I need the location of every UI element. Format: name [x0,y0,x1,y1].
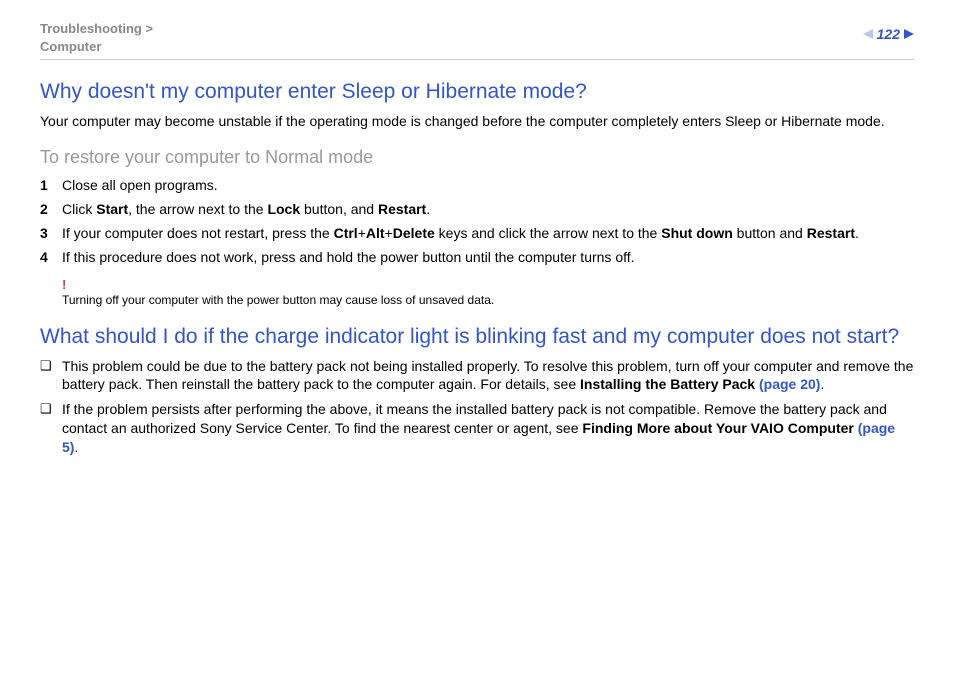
section-heading-sleep-hibernate: Why doesn't my computer enter Sleep or H… [40,80,914,104]
step-3: If your computer does not restart, press… [40,224,914,243]
bullet-1-text: This problem could be due to the battery… [62,357,914,395]
restore-steps-list: Close all open programs. Click Start, th… [40,176,914,267]
step-2: Click Start, the arrow next to the Lock … [40,200,914,219]
bullet-2: If the problem persists after performing… [40,400,914,457]
breadcrumb[interactable]: Troubleshooting > Computer [40,20,153,55]
step-1-text: Close all open programs. [62,176,914,195]
step-4-text: If this procedure does not work, press a… [62,248,914,267]
breadcrumb-part2: Computer [40,39,101,54]
section1-intro: Your computer may become unstable if the… [40,112,914,131]
page-number: 122 [877,26,900,42]
step-2-text: Click Start, the arrow next to the Lock … [62,200,914,219]
breadcrumb-part1: Troubleshooting > [40,21,153,36]
bullet-2-text: If the problem persists after performing… [62,400,914,457]
step-1: Close all open programs. [40,176,914,195]
page-header: Troubleshooting > Computer 122 [40,20,914,60]
section-heading-charge-indicator: What should I do if the charge indicator… [40,325,914,349]
step-4: If this procedure does not work, press a… [40,248,914,267]
bullet-1: This problem could be due to the battery… [40,357,914,395]
restore-normal-subheading: To restore your computer to Normal mode [40,147,914,168]
document-page: Troubleshooting > Computer 122 Why doesn… [0,0,954,483]
link-page-20[interactable]: (page 20) [759,376,820,392]
warning-icon: ! [62,277,914,292]
next-page-icon[interactable] [904,29,914,39]
warning-note: ! Turning off your computer with the pow… [62,277,914,307]
step-3-text: If your computer does not restart, press… [62,224,914,243]
warning-text: Turning off your computer with the power… [62,293,494,307]
prev-page-icon[interactable] [863,29,873,39]
page-navigator: 122 [863,20,914,42]
bullet-list: This problem could be due to the battery… [40,357,914,457]
